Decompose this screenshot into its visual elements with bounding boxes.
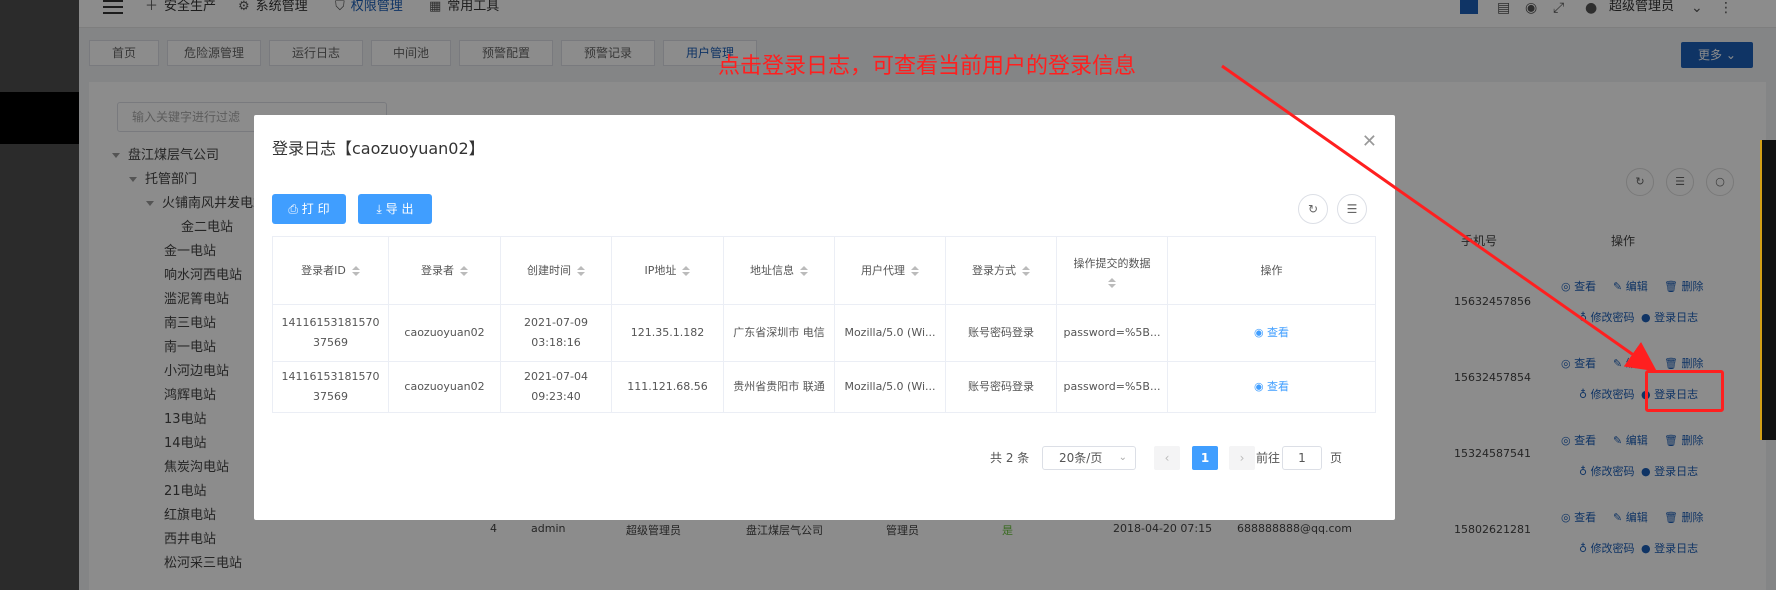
cell-login-method: 账号密码登录 [946, 305, 1057, 361]
annotation-text: 点击登录日志，可查看当前用户的登录信息 [718, 54, 1137, 79]
cell-location: 贵州省贵阳市 联通 [724, 362, 835, 412]
col-actions: 操作 [1260, 263, 1283, 277]
col-login-method[interactable]: 登录方式 [946, 237, 1057, 304]
col-ip[interactable]: IP地址 [612, 237, 724, 304]
table-row: 1411615318157037569 caozuoyuan02 2021-07… [273, 305, 1375, 362]
col-submitted-data[interactable]: 操作提交的数据 [1057, 237, 1168, 304]
download-icon: ⤓ [376, 202, 386, 216]
cell-location: 广东省深圳市 电信 [724, 305, 835, 361]
col-user-agent[interactable]: 用户代理 [835, 237, 946, 304]
page-number[interactable]: 1 [1192, 446, 1218, 470]
column-settings-icon[interactable]: ☰ [1337, 194, 1367, 224]
view-link[interactable]: ◉ 查看 [1254, 323, 1289, 343]
print-button[interactable]: ⎙ 打 印 [272, 194, 346, 224]
chevron-down-icon: ⌄ [1118, 452, 1127, 463]
cell-user-agent: Mozilla/5.0 (Wi... [835, 305, 946, 361]
cell-login-id: 1411615318157037569 [273, 305, 389, 361]
cell-login-user: caozuoyuan02 [389, 305, 501, 361]
cell-created-time: 2021-07-09 03:18:16 [501, 305, 612, 361]
cell-submitted-data: password=%5B... [1057, 362, 1168, 412]
view-link[interactable]: ◉ 查看 [1254, 377, 1289, 397]
cell-actions: ◉ 查看 [1168, 362, 1375, 412]
cell-ip: 121.35.1.182 [612, 305, 724, 361]
pager-total: 共 2 条 [990, 451, 1030, 465]
close-icon[interactable]: ✕ [1362, 131, 1377, 152]
eye-icon: ◉ [1253, 380, 1268, 393]
cell-actions: ◉ 查看 [1168, 305, 1375, 361]
goto-page-input[interactable]: 1 [1282, 446, 1322, 470]
printer-icon: ⎙ [288, 202, 302, 216]
col-login-id[interactable]: 登录者ID [273, 237, 389, 304]
login-log-dialog: 登录日志【caozuoyuan02】 ✕ ⎙ 打 印 ⤓ 导 出 ↻ ☰ 登录者… [254, 115, 1395, 520]
cell-ip: 111.121.68.56 [612, 362, 724, 412]
prev-page-button[interactable]: ‹ [1154, 446, 1180, 470]
login-log-table: 登录者ID 登录者 创建时间 IP地址 地址信息 用户代理 登录方式 操作提交的… [272, 236, 1376, 413]
next-page-button[interactable]: › [1229, 446, 1255, 470]
cell-login-id: 1411615318157037569 [273, 362, 389, 412]
col-location[interactable]: 地址信息 [724, 237, 835, 304]
page-unit-label: 页 [1330, 451, 1343, 465]
cell-submitted-data: password=%5B... [1057, 305, 1168, 361]
page-size-select[interactable]: 20条/页 ⌄ [1042, 446, 1136, 470]
annotation-highlight-box [1645, 370, 1724, 412]
cell-login-user: caozuoyuan02 [389, 362, 501, 412]
goto-label: 前往 [1256, 451, 1281, 465]
right-edge-strip [1760, 140, 1776, 440]
cell-user-agent: Mozilla/5.0 (Wi... [835, 362, 946, 412]
dialog-title: 登录日志【caozuoyuan02】 [272, 139, 485, 158]
refresh-icon[interactable]: ↻ [1298, 194, 1328, 224]
table-header: 登录者ID 登录者 创建时间 IP地址 地址信息 用户代理 登录方式 操作提交的… [273, 237, 1375, 305]
left-black-block [0, 92, 79, 144]
left-dark-strip [0, 0, 79, 590]
table-row: 1411615318157037569 caozuoyuan02 2021-07… [273, 362, 1375, 412]
export-button[interactable]: ⤓ 导 出 [358, 194, 432, 224]
cell-login-method: 账号密码登录 [946, 362, 1057, 412]
col-created-time[interactable]: 创建时间 [501, 237, 612, 304]
eye-icon: ◉ [1253, 326, 1268, 339]
cell-created-time: 2021-07-04 09:23:40 [501, 362, 612, 412]
col-login-user[interactable]: 登录者 [389, 237, 501, 304]
